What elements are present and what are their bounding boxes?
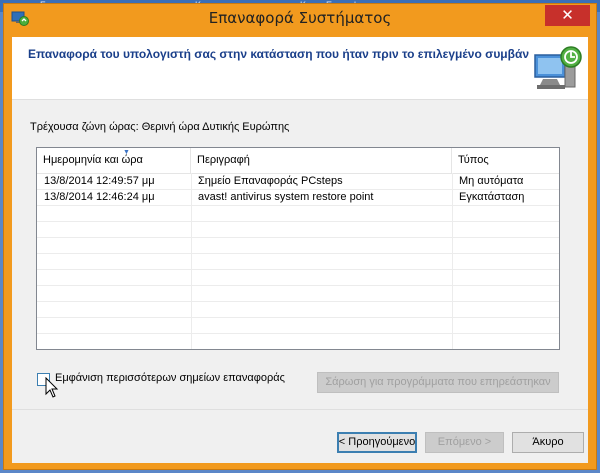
datetime-cell: 13/8/2014 12:49:57 μμ [44, 175, 155, 187]
timezone-label: Τρέχουσα ζώνη ώρας: Θερινή ώρα Δυτικής Ε… [30, 121, 290, 133]
column-header-label: Τύπος [458, 154, 489, 166]
type-cell: Εγκατάσταση [459, 191, 525, 203]
system-restore-icon [534, 46, 582, 89]
scan-affected-programs-button[interactable]: Σάρωση για προγράμματα που επηρεάστηκαν [317, 372, 559, 393]
restore-points-list[interactable]: Ημερομηνία και ώρα ▼ Περιγραφή Τύπος 13/… [36, 147, 560, 350]
dialog-body: Επαναφορά του υπολογιστή σας στην κατάστ… [12, 37, 588, 463]
cancel-button[interactable]: Άκυρο [512, 432, 584, 453]
instruction-text: Επαναφορά του υπολογιστή σας στην κατάστ… [28, 47, 530, 61]
next-button[interactable]: Επόμενο > [425, 432, 504, 453]
show-more-label[interactable]: Εμφάνιση περισσότερων σημείων επαναφοράς [55, 372, 285, 384]
window-title: Επαναφορά Συστήματος [208, 9, 392, 27]
type-cell: Μη αυτόματα [459, 175, 524, 187]
mouse-pointer-icon [45, 377, 59, 398]
wizard-header: Επαναφορά του υπολογιστή σας στην κατάστ… [12, 37, 588, 100]
datetime-cell: 13/8/2014 12:46:24 μμ [44, 191, 155, 203]
list-header: Ημερομηνία και ώρα ▼ Περιγραφή Τύπος [37, 148, 559, 174]
column-header-datetime[interactable]: Ημερομηνία και ώρα [37, 148, 191, 173]
system-restore-window: Επαναφορά Συστήματος ✕ Επαναφορά του υπο… [3, 3, 597, 470]
column-header-description[interactable]: Περιγραφή [191, 148, 452, 173]
sort-arrow-icon: ▼ [123, 149, 130, 156]
close-button[interactable]: ✕ [545, 5, 590, 26]
column-header-label: Περιγραφή [197, 154, 250, 166]
column-header-type[interactable]: Τύπος [452, 148, 559, 173]
back-button[interactable]: < Προηγούμενο [337, 432, 417, 453]
description-cell: Σημείο Επαναφοράς PCsteps [198, 175, 343, 187]
title-bar[interactable]: Επαναφορά Συστήματος ✕ [4, 4, 596, 37]
description-cell: avast! antivirus system restore point [198, 191, 374, 203]
table-row[interactable]: 13/8/2014 12:49:57 μμ Σημείο Επαναφοράς … [37, 173, 559, 189]
table-row[interactable]: 13/8/2014 12:46:24 μμ avast! antivirus s… [37, 189, 559, 205]
footer-separator [12, 409, 588, 410]
